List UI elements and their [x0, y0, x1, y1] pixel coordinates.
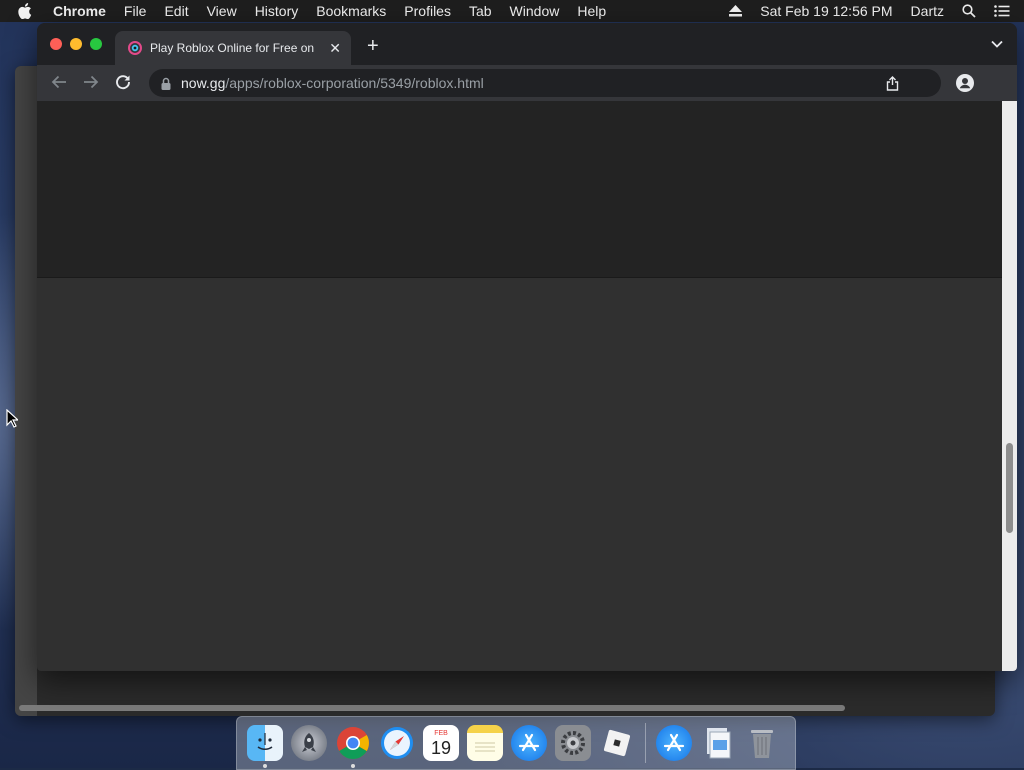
system-preferences-icon[interactable]: [555, 725, 591, 761]
roblox-icon[interactable]: [599, 725, 635, 761]
menu-help[interactable]: Help: [568, 0, 615, 22]
browser-toolbar: now.gg /apps/roblox-corporation/5349/rob…: [37, 65, 1017, 101]
menu-app-name[interactable]: Chrome: [44, 0, 115, 22]
url-host: now.gg: [181, 75, 226, 91]
apple-menu-icon[interactable]: [0, 3, 44, 19]
menu-clock[interactable]: Sat Feb 19 12:56 PM: [751, 0, 901, 22]
tab-close-icon[interactable]: ✕: [329, 40, 341, 57]
menu-profiles[interactable]: Profiles: [395, 0, 460, 22]
dock-separator: [645, 723, 646, 763]
menu-bar: Chrome File Edit View History Bookmarks …: [0, 0, 1024, 22]
window-close-button[interactable]: [50, 38, 62, 50]
calendar-icon[interactable]: FEB 19: [423, 725, 459, 761]
forward-arrow-icon[interactable]: [83, 74, 99, 90]
mouse-pointer-icon: [6, 409, 18, 428]
vertical-scrollbar[interactable]: [1002, 101, 1017, 671]
url-path: /apps/roblox-corporation/5349/roblox.htm…: [225, 75, 484, 91]
chrome-window: Play Roblox Online for Free on ✕ + now.g…: [37, 23, 1017, 671]
notification-center-icon[interactable]: [985, 5, 1024, 17]
tab-search-chevron-down-icon[interactable]: [991, 40, 1003, 48]
menu-window[interactable]: Window: [501, 0, 569, 22]
app-store-download-icon[interactable]: [656, 725, 692, 761]
background-window-horizontal-scrollbar[interactable]: [19, 705, 845, 711]
page-content-header-area: [37, 101, 1002, 278]
menu-user[interactable]: Dartz: [902, 0, 953, 22]
notes-icon[interactable]: [467, 725, 503, 761]
launchpad-icon[interactable]: [291, 725, 327, 761]
window-minimize-button[interactable]: [70, 38, 82, 50]
lock-icon[interactable]: [161, 77, 171, 90]
browser-tab-active[interactable]: Play Roblox Online for Free on ✕: [115, 31, 351, 65]
profile-avatar-icon[interactable]: [956, 74, 974, 92]
spotlight-search-icon[interactable]: [953, 4, 985, 18]
address-bar[interactable]: now.gg /apps/roblox-corporation/5349/rob…: [149, 69, 941, 97]
dock: FEB 19: [236, 716, 796, 770]
tab-title: Play Roblox Online for Free on: [150, 41, 315, 55]
share-icon[interactable]: [886, 75, 899, 91]
menu-view[interactable]: View: [198, 0, 246, 22]
app-store-icon[interactable]: [511, 725, 547, 761]
safari-icon[interactable]: [379, 725, 415, 761]
page-content[interactable]: [37, 101, 1002, 671]
dock-running-indicator: [351, 764, 355, 768]
eject-icon[interactable]: [720, 5, 751, 17]
menu-edit[interactable]: Edit: [155, 0, 197, 22]
calendar-day: 19: [430, 737, 452, 758]
window-zoom-button[interactable]: [90, 38, 102, 50]
background-window-edge: [15, 66, 37, 716]
dock-running-indicator: [263, 764, 267, 768]
reload-icon[interactable]: [115, 74, 131, 90]
menu-file[interactable]: File: [115, 0, 156, 22]
menu-history[interactable]: History: [246, 0, 308, 22]
trash-icon[interactable]: [744, 725, 780, 761]
nowgg-favicon-icon: [128, 41, 142, 55]
vertical-scrollbar-thumb[interactable]: [1006, 443, 1013, 533]
finder-icon[interactable]: [247, 725, 283, 768]
back-arrow-icon[interactable]: [51, 74, 67, 90]
new-tab-button[interactable]: +: [367, 36, 379, 56]
menu-bookmarks[interactable]: Bookmarks: [307, 0, 395, 22]
calendar-month: FEB: [434, 729, 448, 737]
tab-strip: Play Roblox Online for Free on ✕ +: [37, 23, 1017, 65]
chrome-icon[interactable]: [335, 725, 371, 768]
menu-tab[interactable]: Tab: [460, 0, 501, 22]
preview-document-icon[interactable]: [700, 725, 736, 761]
